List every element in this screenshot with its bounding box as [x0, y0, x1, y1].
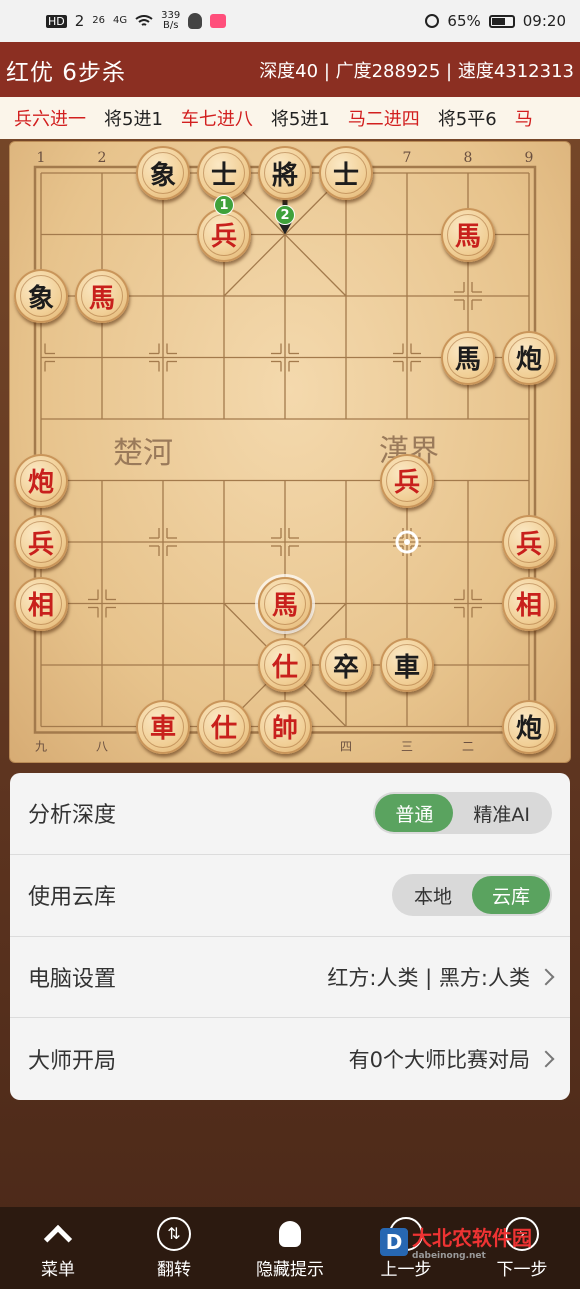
- master-opening-text: 有0个大师比赛对局: [348, 1048, 530, 1073]
- move-item[interactable]: 马二进四: [348, 105, 420, 131]
- file-number-top: 1: [37, 150, 46, 166]
- analysis-depth-row: 分析深度 普通 精准AI: [10, 773, 570, 855]
- file-number-top: 8: [464, 150, 473, 166]
- chess-piece[interactable]: 炮: [14, 453, 68, 508]
- chess-piece[interactable]: 車: [380, 638, 434, 692]
- qq-icon: [188, 13, 203, 29]
- cloud-option[interactable]: 云库: [471, 876, 550, 915]
- computer-settings-text: 红方:人类 | 黑方:人类: [327, 965, 530, 990]
- battery-icon: [488, 14, 515, 28]
- cloud-library-row: 使用云库 本地 云库: [10, 855, 570, 937]
- battery-percent: 65%: [447, 12, 481, 30]
- chess-piece[interactable]: 相: [502, 576, 556, 631]
- flip-icon: ⇅: [157, 1216, 191, 1251]
- move-item[interactable]: 将5进1: [271, 105, 330, 131]
- flip-label: 翻转: [157, 1259, 191, 1280]
- engine-stats: 深度40 | 广度288925 | 速度4312313: [259, 60, 574, 82]
- chess-piece[interactable]: 馬: [441, 330, 495, 385]
- chess-piece[interactable]: 馬: [258, 576, 312, 631]
- depth-normal-option[interactable]: 普通: [375, 794, 454, 833]
- cloud-library-label: 使用云库: [28, 885, 117, 911]
- status-bar: HD 2 26 4G 339 B/s 65% 09:20: [0, 0, 580, 42]
- move-step-badge: 2: [275, 205, 295, 225]
- file-number-top: 2: [98, 150, 107, 166]
- move-item[interactable]: 兵六进一: [14, 105, 86, 131]
- move-sequence[interactable]: 兵六进一 将5进1 车七进八 将5进1 马二进四 将5平6 马: [0, 97, 580, 139]
- chess-piece[interactable]: 相: [14, 576, 68, 631]
- chess-piece[interactable]: 馬: [441, 207, 495, 262]
- speed-unit: B/s: [162, 20, 179, 31]
- menu-icon: [41, 1217, 75, 1253]
- file-number-top: 7: [403, 150, 412, 166]
- chess-piece[interactable]: 士: [197, 146, 251, 200]
- local-option[interactable]: 本地: [394, 876, 472, 914]
- signal-icon-1: 26: [92, 15, 106, 26]
- file-number-bottom: 二: [462, 740, 474, 754]
- menu-button[interactable]: 菜单: [8, 1217, 108, 1280]
- move-item[interactable]: 将5进1: [104, 105, 163, 131]
- master-opening-value: 有0个大师比赛对局: [348, 1044, 555, 1074]
- chess-piece[interactable]: 仕: [258, 638, 312, 692]
- alarm-icon: [425, 14, 440, 28]
- chess-piece[interactable]: 仕: [197, 699, 251, 754]
- watermark: D 大北农软件园 dabeinong.net: [380, 1222, 532, 1261]
- watermark-text: 大北农软件园: [412, 1226, 532, 1250]
- chess-piece[interactable]: 炮: [502, 699, 556, 754]
- master-opening-row[interactable]: 大师开局 有0个大师比赛对局: [10, 1018, 570, 1100]
- hint-label: 隐藏提示: [256, 1259, 324, 1280]
- move-item[interactable]: 马: [515, 105, 533, 131]
- page-title: 红优 6步杀: [6, 59, 126, 86]
- move-item[interactable]: 车七进八: [181, 105, 253, 131]
- computer-settings-value: 红方:人类 | 黑方:人类: [327, 962, 555, 992]
- chess-board[interactable]: 楚河漢界123456789九八七六五四三二一 象士將士兵馬象馬馬炮炮兵兵兵相馬相…: [9, 141, 571, 763]
- chess-piece[interactable]: 將: [258, 146, 312, 200]
- analysis-depth-label: 分析深度: [28, 803, 117, 829]
- chevron-right-icon: [537, 968, 555, 986]
- chess-piece[interactable]: 兵: [197, 207, 251, 262]
- sim-indicator: 2: [74, 12, 85, 30]
- chess-piece[interactable]: 象: [136, 146, 190, 200]
- app-notification-icon: [210, 14, 227, 28]
- master-opening-label: 大师开局: [28, 1049, 117, 1075]
- title-bar: 红优 6步杀 深度40 | 广度288925 | 速度4312313: [0, 42, 580, 97]
- chess-piece[interactable]: 卒: [319, 638, 373, 692]
- watermark-logo: D: [380, 1227, 408, 1256]
- hint-button[interactable]: 隐藏提示: [240, 1217, 340, 1280]
- chess-piece[interactable]: 兵: [14, 515, 68, 569]
- file-number-top: 9: [525, 150, 534, 166]
- network-speed: 339 B/s: [161, 11, 180, 31]
- flip-button[interactable]: ⇅ 翻转: [124, 1216, 224, 1280]
- analysis-depth-toggle[interactable]: 普通 精准AI: [373, 792, 552, 835]
- move-item[interactable]: 将5平6: [438, 105, 497, 131]
- chess-piece[interactable]: 象: [14, 269, 68, 323]
- chess-piece[interactable]: 帥: [258, 699, 312, 754]
- chess-piece[interactable]: 馬: [75, 269, 129, 323]
- move-step-badge: 1: [214, 195, 234, 215]
- computer-settings-row[interactable]: 电脑设置 红方:人类 | 黑方:人类: [10, 937, 570, 1019]
- chess-piece[interactable]: 炮: [502, 330, 556, 385]
- river-label-left: 楚河: [113, 436, 173, 471]
- signal-icon-2: 4G: [113, 15, 128, 26]
- chess-piece[interactable]: 車: [136, 699, 190, 754]
- hd-badge: HD: [46, 14, 67, 28]
- cloud-library-toggle[interactable]: 本地 云库: [391, 874, 552, 917]
- depth-precise-option[interactable]: 精准AI: [453, 794, 550, 832]
- wifi-icon: [135, 15, 153, 26]
- computer-settings-label: 电脑设置: [28, 966, 117, 992]
- chess-piece[interactable]: 兵: [380, 453, 434, 508]
- file-number-bottom: 三: [401, 740, 413, 754]
- settings-panel: 分析深度 普通 精准AI 使用云库 本地 云库 电脑设置 红方:人类 | 黑方:…: [10, 773, 570, 1100]
- clock: 09:20: [522, 12, 566, 30]
- chess-piece[interactable]: 兵: [502, 515, 556, 569]
- file-number-bottom: 九: [35, 740, 47, 754]
- chess-piece[interactable]: 士: [319, 146, 373, 200]
- file-number-bottom: 八: [96, 740, 108, 754]
- watermark-url: dabeinong.net: [412, 1251, 486, 1261]
- lightbulb-icon: [273, 1217, 307, 1251]
- file-number-bottom: 四: [340, 740, 352, 754]
- menu-label: 菜单: [41, 1259, 75, 1280]
- chevron-right-icon: [537, 1050, 555, 1068]
